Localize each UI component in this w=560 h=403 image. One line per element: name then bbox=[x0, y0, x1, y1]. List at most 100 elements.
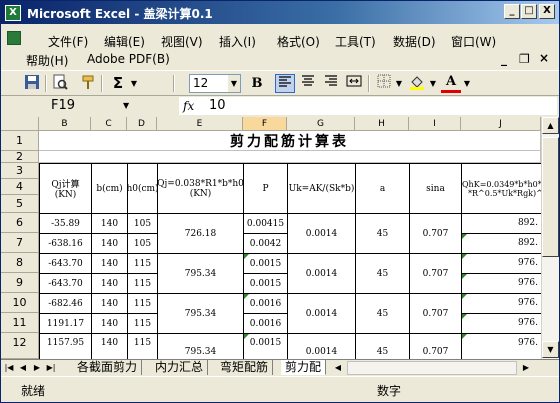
cell-sina[interactable]: 0.707 bbox=[409, 333, 462, 359]
save-icon[interactable] bbox=[23, 74, 41, 93]
sheet-tab[interactable]: 各截面剪力 bbox=[73, 360, 143, 375]
header-a[interactable]: a bbox=[355, 163, 410, 214]
cell-qhk[interactable]: 892. bbox=[461, 233, 543, 254]
cell-qhk[interactable]: 976. bbox=[461, 293, 543, 314]
spreadsheet-grid[interactable]: B C D E F G H I J 1 2 3 4 5 6 7 8 9 10 1… bbox=[1, 117, 559, 359]
close-button[interactable]: X bbox=[539, 4, 555, 19]
doc-restore-button[interactable]: ❐ bbox=[519, 52, 530, 66]
sheet-title[interactable]: 剪力配筋计算表 bbox=[39, 131, 541, 151]
vertical-scrollbar[interactable]: ▲ ▼ bbox=[541, 117, 559, 359]
fill-color-icon[interactable] bbox=[407, 74, 427, 93]
cell-sina[interactable]: 0.707 bbox=[409, 213, 462, 254]
scroll-thumb[interactable] bbox=[542, 137, 559, 257]
cell-u[interactable]: 0.0014 bbox=[287, 333, 356, 359]
next-sheet-icon[interactable]: ▶ bbox=[31, 361, 43, 375]
column-header[interactable]: I bbox=[409, 117, 461, 131]
cell-q[interactable]: 1191.17 bbox=[39, 313, 92, 334]
cell-p[interactable]: 0.0016 bbox=[243, 313, 288, 334]
sheet-tab[interactable]: 内力汇总 bbox=[151, 360, 209, 375]
cell-u[interactable]: 0.0014 bbox=[287, 293, 356, 334]
header-qj[interactable]: Qj=0.038*R1*b*h0 (KN) bbox=[157, 163, 244, 214]
cell-q[interactable]: -682.46 bbox=[39, 293, 92, 314]
doc-minimize-button[interactable]: _ bbox=[501, 52, 507, 66]
cell-qj[interactable]: 795.34 bbox=[157, 333, 244, 359]
menu-help[interactable]: 帮助(H) bbox=[26, 52, 68, 69]
cell-q[interactable]: -638.16 bbox=[39, 233, 92, 254]
cell-b[interactable]: 140 bbox=[91, 313, 128, 334]
autosum-icon[interactable]: Σ bbox=[109, 74, 127, 93]
cell-h0[interactable]: 105 bbox=[127, 213, 158, 234]
name-box[interactable]: F19 ▼ bbox=[3, 97, 137, 115]
cell-qhk[interactable]: 892. bbox=[461, 213, 543, 234]
cell-p[interactable]: 0.0042 bbox=[243, 233, 288, 254]
header-u[interactable]: Uk=AK/(Sk*b) bbox=[287, 163, 356, 214]
header-qcalc[interactable]: Qj计算 (KN) bbox=[39, 163, 92, 214]
row-header[interactable]: 2 bbox=[1, 151, 39, 163]
borders-icon[interactable] bbox=[375, 74, 393, 93]
scroll-down-icon[interactable]: ▼ bbox=[542, 341, 559, 358]
cell-u[interactable]: 0.0014 bbox=[287, 253, 356, 294]
cell-q[interactable]: -643.70 bbox=[39, 253, 92, 274]
row-header[interactable]: 3 bbox=[1, 163, 39, 179]
cell-a[interactable]: 45 bbox=[355, 213, 410, 254]
menu-window[interactable]: 窗口(W) bbox=[451, 33, 496, 50]
row-header[interactable]: 4 bbox=[1, 179, 39, 195]
row-header[interactable]: 6 bbox=[1, 213, 39, 233]
align-center-button[interactable] bbox=[298, 74, 318, 93]
align-left-button[interactable] bbox=[275, 74, 295, 93]
cell-a[interactable]: 45 bbox=[355, 333, 410, 359]
column-header-selected[interactable]: F bbox=[243, 117, 287, 131]
row-header[interactable]: 7 bbox=[1, 233, 39, 253]
menu-tools[interactable]: 工具(T) bbox=[335, 33, 376, 50]
cell-b[interactable]: 140 bbox=[91, 273, 128, 294]
header-p[interactable]: P bbox=[243, 163, 288, 214]
cell-b[interactable]: 140 bbox=[91, 333, 128, 359]
cell-qj[interactable]: 795.34 bbox=[157, 293, 244, 334]
empty-row[interactable] bbox=[39, 151, 541, 163]
font-color-icon[interactable]: A bbox=[441, 74, 461, 93]
cell-q[interactable]: 1157.95 bbox=[39, 333, 92, 359]
cell-q[interactable]: -643.70 bbox=[39, 273, 92, 294]
font-color-dropdown-icon[interactable]: ▼ bbox=[463, 74, 471, 93]
horizontal-scrollbar[interactable] bbox=[347, 361, 517, 375]
align-right-button[interactable] bbox=[321, 74, 341, 93]
print-preview-icon[interactable] bbox=[51, 74, 69, 93]
cell-p[interactable]: 0.0015 bbox=[243, 253, 288, 274]
cell-sina[interactable]: 0.707 bbox=[409, 253, 462, 294]
cell-b[interactable]: 140 bbox=[91, 253, 128, 274]
format-painter-icon[interactable] bbox=[79, 74, 97, 93]
menu-insert[interactable]: 插入(I) bbox=[219, 33, 256, 50]
cell-sina[interactable]: 0.707 bbox=[409, 293, 462, 334]
column-header[interactable]: J bbox=[461, 117, 541, 131]
maximize-button[interactable]: □ bbox=[521, 4, 537, 19]
menu-adobe-pdf[interactable]: Adobe PDF(B) bbox=[87, 52, 170, 66]
select-all-corner[interactable] bbox=[1, 117, 39, 131]
font-size-select[interactable]: 12 ▼ bbox=[189, 74, 241, 93]
minimize-button[interactable]: _ bbox=[504, 4, 520, 19]
cell-qhk[interactable]: 976. bbox=[461, 313, 543, 334]
cell-qj[interactable]: 795.34 bbox=[157, 253, 244, 294]
cell-qhk[interactable]: 976. bbox=[461, 333, 543, 359]
cell-qhk[interactable]: 976. bbox=[461, 273, 543, 294]
formula-input[interactable]: fx 10 bbox=[179, 97, 557, 115]
cell-b[interactable]: 140 bbox=[91, 233, 128, 254]
row-header[interactable]: 5 bbox=[1, 195, 39, 213]
column-header[interactable]: H bbox=[355, 117, 409, 131]
borders-dropdown-icon[interactable]: ▼ bbox=[395, 74, 403, 93]
tab-split-handle[interactable]: ◀ bbox=[331, 361, 345, 375]
menu-data[interactable]: 数据(D) bbox=[393, 33, 436, 50]
column-header[interactable]: E bbox=[157, 117, 243, 131]
row-header[interactable]: 12 bbox=[1, 333, 39, 359]
column-header[interactable]: G bbox=[287, 117, 355, 131]
function-icon[interactable]: fx bbox=[183, 97, 194, 115]
first-sheet-icon[interactable]: |◀ bbox=[3, 361, 15, 375]
excel-app-icon[interactable]: X bbox=[5, 5, 21, 21]
merge-center-button[interactable] bbox=[344, 74, 364, 93]
last-sheet-icon[interactable]: ▶| bbox=[45, 361, 57, 375]
chevron-down-icon[interactable]: ▼ bbox=[123, 97, 129, 115]
cell-a[interactable]: 45 bbox=[355, 293, 410, 334]
cell-h0[interactable]: 115 bbox=[127, 273, 158, 294]
row-header[interactable]: 11 bbox=[1, 313, 39, 333]
bold-button[interactable]: B bbox=[247, 74, 267, 93]
menu-view[interactable]: 视图(V) bbox=[161, 33, 203, 50]
